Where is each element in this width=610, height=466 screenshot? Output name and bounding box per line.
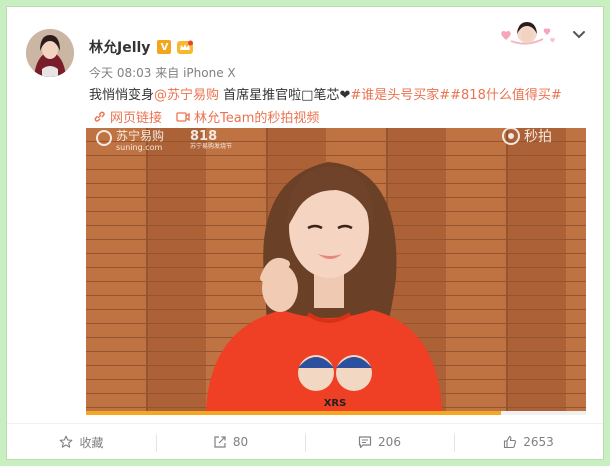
video-link-label: 林允Team的秒拍视频 xyxy=(194,111,320,126)
video-frame: XRS 苏宁易购 suning.com 818 苏宁易购发烧节 秒拍 xyxy=(86,128,586,411)
link-icon xyxy=(94,111,105,122)
avatar-image xyxy=(26,29,74,77)
post-text-part2: 首席星推官啦□笔芯❤ xyxy=(219,88,351,103)
user-name-row: 林允Jelly V xyxy=(89,37,194,57)
favorite-button[interactable]: 收藏 xyxy=(7,424,156,460)
crown-icon xyxy=(177,40,194,54)
logo-watermark-sub: 苏宁易购发烧节 xyxy=(190,142,232,150)
weibo-post-card: 林允Jelly V 今天 08:03 来自 iPhone X 我悄悄变身@苏宁易… xyxy=(6,6,604,460)
repost-count: 80 xyxy=(232,435,249,449)
verified-badge: V xyxy=(157,40,172,54)
post-text-part1: 我悄悄变身 xyxy=(89,88,155,103)
like-count: 2653 xyxy=(523,435,554,449)
like-button[interactable]: 2653 xyxy=(454,424,603,460)
web-link[interactable]: 网页链接 xyxy=(93,107,162,126)
brand-watermark: 苏宁易购 xyxy=(116,128,164,143)
chevron-down-icon[interactable] xyxy=(571,29,587,41)
video-progress-bar[interactable] xyxy=(86,411,586,415)
video-link[interactable]: 林允Team的秒拍视频 xyxy=(176,107,319,126)
shirt-text: XRS xyxy=(324,398,347,409)
mention-link[interactable]: @苏宁易购 xyxy=(154,88,219,103)
video-progress-fill xyxy=(86,411,501,415)
post-links: 网页链接 林允Team的秒拍视频 xyxy=(93,107,333,126)
post-text: 我悄悄变身@苏宁易购 首席星推官啦□笔芯❤#谁是头号买家##818什么值得买# xyxy=(89,84,562,103)
hashtag-link-2[interactable]: #818什么值得买# xyxy=(450,88,562,103)
card-decoration-icon xyxy=(501,22,555,45)
comment-count: 206 xyxy=(378,435,401,449)
domain-watermark: suning.com xyxy=(116,143,163,152)
post-time[interactable]: 今天 08:03 xyxy=(89,66,151,80)
repost-icon xyxy=(214,436,226,448)
like-icon xyxy=(504,435,517,449)
post-source[interactable]: iPhone X xyxy=(183,66,236,80)
source-prefix: 来自 xyxy=(155,66,180,80)
favorite-label: 收藏 xyxy=(79,435,104,450)
repost-button[interactable]: 80 xyxy=(156,424,305,460)
web-link-label: 网页链接 xyxy=(110,111,163,126)
action-bar: 收藏 80 206 2653 xyxy=(7,423,603,460)
logo-watermark: 818 xyxy=(190,129,217,144)
video-player[interactable]: XRS 苏宁易购 suning.com 818 苏宁易购发烧节 秒拍 xyxy=(86,128,586,411)
user-name[interactable]: 林允Jelly xyxy=(89,37,150,57)
post-meta: 今天 08:03 来自 iPhone X xyxy=(89,64,236,81)
app-watermark: 秒拍 xyxy=(524,129,552,145)
video-icon xyxy=(176,111,190,122)
hashtag-link-1[interactable]: #谁是头号买家# xyxy=(350,88,450,103)
comment-button[interactable]: 206 xyxy=(305,424,454,460)
comment-icon xyxy=(358,436,372,449)
avatar[interactable] xyxy=(26,29,74,77)
star-icon xyxy=(60,435,73,448)
